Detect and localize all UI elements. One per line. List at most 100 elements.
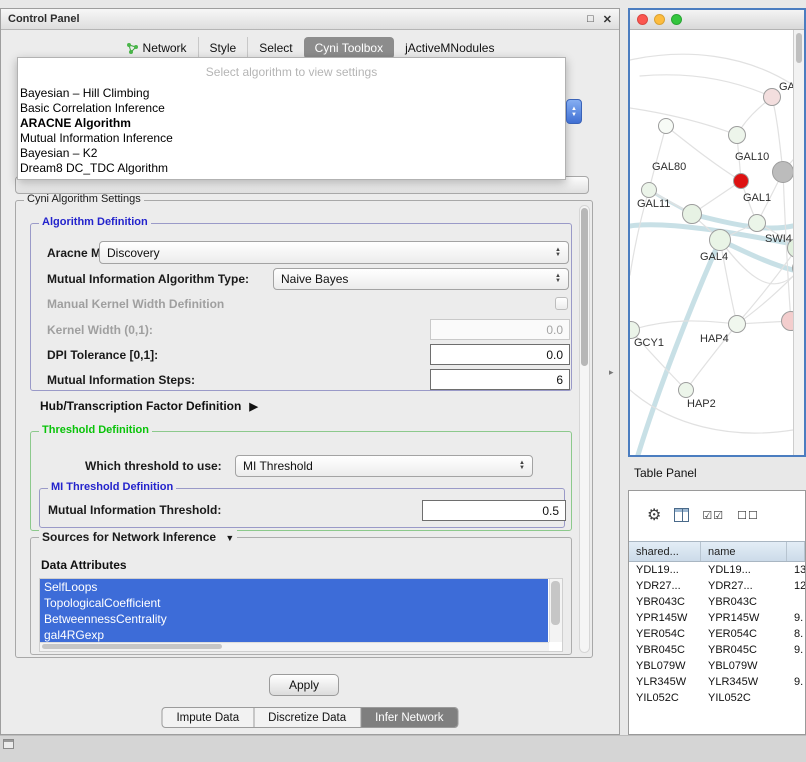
table-row[interactable]: YBR045C YBR045C 9.	[629, 642, 805, 658]
apply-button[interactable]: Apply	[269, 674, 339, 696]
combo-arrows-icon: ▲▼	[519, 461, 525, 471]
bottom-tab[interactable]: Discretize Data	[253, 708, 360, 727]
attribute-item[interactable]: TopologicalCoefficient	[40, 595, 548, 611]
table-row[interactable]: YIL052C YIL052C	[629, 690, 805, 706]
kernel-width-field[interactable]: 0.0	[430, 319, 570, 340]
settings-scrollbar[interactable]	[579, 205, 590, 653]
network-node-label: GAL11	[637, 198, 670, 210]
aracne-mode-combobox[interactable]: Discovery ▲▼	[99, 241, 569, 264]
mi-threshold-field[interactable]: 0.5	[422, 500, 566, 521]
minimize-traffic-light[interactable]	[654, 14, 665, 25]
gear-icon[interactable]: ⚙	[647, 505, 661, 525]
table-row[interactable]: YER054C YER054C 8.	[629, 626, 805, 642]
network-node[interactable]	[772, 161, 793, 183]
table-row[interactable]: YDL19... YDL19... 13	[629, 562, 805, 578]
control-panel-tab-bar: Network Style	[1, 37, 619, 59]
algorithm-combo-stepper[interactable]: ▲ ▼	[566, 99, 582, 124]
table-header-row: shared... name	[629, 541, 805, 562]
sources-group: Sources for Network Inference ▼ Data Att…	[30, 537, 572, 655]
table-toolbar: ⚙ ☑☑ ☐☐	[647, 503, 759, 527]
mi-steps-field[interactable]: 6	[430, 369, 570, 390]
mi-threshold-label: Mutual Information Threshold:	[48, 503, 221, 517]
mi-type-label: Mutual Information Algorithm Type:	[47, 272, 249, 286]
table-row[interactable]: YBL079W YBL079W	[629, 658, 805, 674]
network-view-window: GAL GAL80 GAL10 GAL11 GAL1 SWI4 GAL4 GCY…	[628, 8, 806, 457]
cell-name: YLR345W	[701, 676, 787, 688]
deselect-all-columns-icon[interactable]: ☐☐	[737, 509, 759, 522]
control-panel-tab[interactable]: Style	[198, 37, 248, 59]
settings-scrollbar-thumb[interactable]	[581, 208, 588, 366]
algorithm-popup-item[interactable]: ARACNE Algorithm	[18, 116, 565, 131]
sources-section-toggle[interactable]: Sources for Network Inference ▼	[39, 530, 237, 544]
table-row[interactable]: YBR043C YBR043C	[629, 594, 805, 610]
control-panel-tab[interactable]: Select	[247, 37, 303, 59]
data-attributes-list[interactable]: SelfLoops TopologicalCoefficient Between…	[39, 578, 563, 652]
algorithm-popup-item[interactable]: Mutual Information Inference	[18, 131, 565, 146]
table-panel-title: Table Panel	[634, 466, 697, 480]
network-node[interactable]	[748, 214, 766, 232]
mi-threshold-definition-title: MI Threshold Definition	[48, 481, 176, 493]
mi-threshold-definition-group: MI Threshold Definition Mutual Informati…	[39, 488, 565, 528]
network-node-label: GAL1	[743, 192, 771, 204]
table-row[interactable]: YDR27... YDR27... 12	[629, 578, 805, 594]
mi-steps-label: Mutual Information Steps:	[47, 373, 195, 387]
attributes-vscroll-thumb[interactable]	[551, 581, 560, 625]
network-node-label: GAL10	[735, 151, 769, 163]
algorithm-popup-item[interactable]: Bayesian – K2	[18, 146, 565, 161]
attributes-horizontal-scrollbar[interactable]	[40, 642, 549, 651]
dpi-tolerance-field[interactable]: 0.0	[430, 344, 570, 365]
network-node-label: GAL80	[652, 161, 686, 173]
combo-arrows-icon: ▲▼	[555, 274, 561, 284]
table-column-header[interactable]: shared...	[629, 542, 701, 561]
network-node[interactable]	[658, 118, 674, 134]
table-row[interactable]: YLR345W YLR345W 9.	[629, 674, 805, 690]
close-icon[interactable]: ✕	[603, 13, 612, 26]
network-node[interactable]	[641, 182, 657, 198]
network-vertical-scrollbar[interactable]	[793, 30, 804, 455]
network-node-label: GAL4	[700, 251, 728, 263]
attribute-item[interactable]: BetweennessCentrality	[40, 611, 548, 627]
algorithm-popup-item[interactable]: Basic Correlation Inference	[18, 101, 565, 116]
algorithm-popup-item[interactable]: Dream8 DC_TDC Algorithm	[18, 161, 565, 176]
control-panel-tab[interactable]: Cyni Toolbox	[304, 37, 394, 59]
network-vscroll-thumb[interactable]	[796, 33, 802, 63]
mi-type-combobox[interactable]: Naive Bayes ▲▼	[273, 268, 569, 290]
zoom-traffic-light[interactable]	[671, 14, 682, 25]
control-panel-titlebar: Control Panel □ ✕	[1, 9, 619, 30]
close-traffic-light[interactable]	[637, 14, 648, 25]
docked-panel-icon[interactable]	[3, 739, 14, 749]
algorithm-popup-item[interactable]: Bayesian – Hill Climbing	[18, 86, 565, 101]
column-layout-icon[interactable]	[674, 508, 689, 522]
cell-value: 13	[787, 564, 805, 576]
manual-kernel-checkbox[interactable]	[555, 297, 568, 310]
network-node[interactable]	[709, 229, 731, 251]
table-column-header[interactable]	[787, 542, 805, 561]
cell-name: YDR27...	[701, 580, 787, 592]
table-column-header[interactable]: name	[701, 542, 787, 561]
bottom-tab[interactable]: Infer Network	[360, 708, 457, 727]
table-row[interactable]: YPR145W YPR145W 9.	[629, 610, 805, 626]
attribute-item[interactable]: SelfLoops	[40, 579, 548, 595]
attribute-item[interactable]: gal4RGexp	[40, 627, 548, 643]
bottom-tab[interactable]: Impute Data	[162, 708, 253, 727]
control-panel-tab[interactable]: jActiveMNodules	[394, 37, 505, 59]
algorithm-popup-list: Bayesian – Hill Climbing Basic Correlati…	[18, 86, 565, 176]
network-canvas[interactable]: GAL GAL80 GAL10 GAL11 GAL1 SWI4 GAL4 GCY…	[630, 30, 793, 455]
network-node[interactable]	[678, 382, 694, 398]
attributes-hscroll-thumb[interactable]	[42, 644, 222, 649]
control-panel-tab[interactable]: Network	[115, 37, 198, 59]
algorithm-definition-title: Algorithm Definition	[39, 216, 151, 228]
screen: Control Panel □ ✕	[0, 0, 806, 762]
network-node[interactable]	[733, 173, 749, 189]
network-node[interactable]	[728, 126, 746, 144]
attributes-vertical-scrollbar[interactable]	[549, 579, 562, 642]
network-node[interactable]	[728, 315, 746, 333]
network-node[interactable]	[682, 204, 702, 224]
hub-tf-section-toggle[interactable]: Hub/Transcription Factor Definition ▶	[40, 399, 258, 413]
which-threshold-combobox[interactable]: MI Threshold ▲▼	[235, 455, 533, 477]
select-all-columns-icon[interactable]: ☑☑	[702, 509, 724, 522]
cell-shared-name: YER054C	[629, 628, 701, 640]
cell-value: 12	[787, 580, 805, 592]
float-window-icon[interactable]: □	[587, 13, 594, 25]
split-pane-collapse-icon[interactable]: ▸	[609, 367, 614, 378]
